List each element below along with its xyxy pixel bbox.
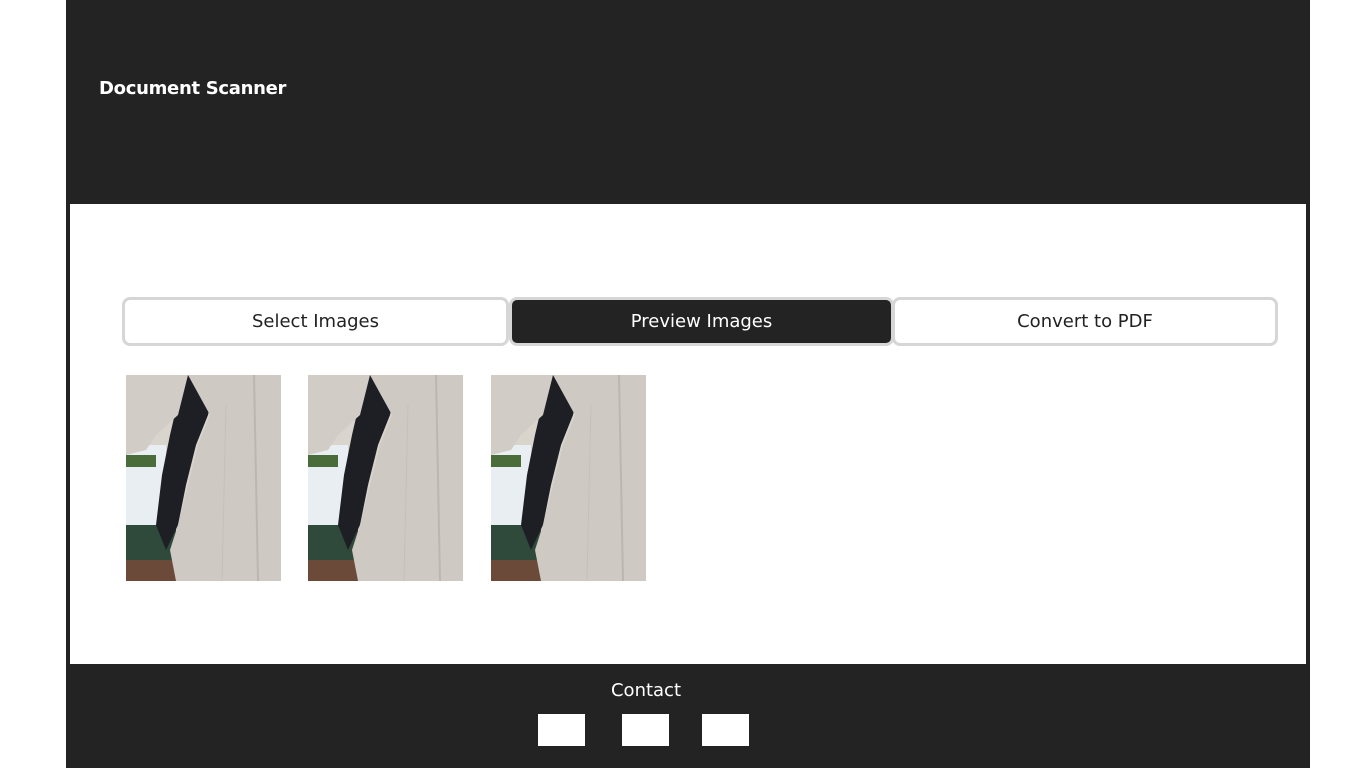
- social-link-icon[interactable]: [538, 714, 585, 746]
- app-header: Document Scanner: [66, 0, 1310, 200]
- main-panel: Select Images Preview Images Convert to …: [70, 204, 1306, 664]
- tab-preview-images[interactable]: Preview Images: [509, 297, 894, 346]
- image-thumbnail[interactable]: [308, 375, 463, 581]
- app-frame: Document Scanner Select Images Preview I…: [66, 0, 1310, 768]
- photo-image: [308, 375, 463, 581]
- tab-convert-to-pdf[interactable]: Convert to PDF: [892, 297, 1278, 346]
- image-thumbnail[interactable]: [126, 375, 281, 581]
- app-title: Document Scanner: [99, 78, 287, 99]
- app-footer: Contact: [66, 664, 1310, 768]
- step-tabs: Select Images Preview Images Convert to …: [122, 297, 1278, 346]
- social-link-icon[interactable]: [702, 714, 749, 746]
- tab-select-images[interactable]: Select Images: [122, 297, 509, 346]
- social-link-icon[interactable]: [622, 714, 669, 746]
- photo-image: [491, 375, 646, 581]
- contact-heading: Contact: [610, 680, 682, 701]
- image-thumbnail[interactable]: [491, 375, 646, 581]
- photo-image: [126, 375, 281, 581]
